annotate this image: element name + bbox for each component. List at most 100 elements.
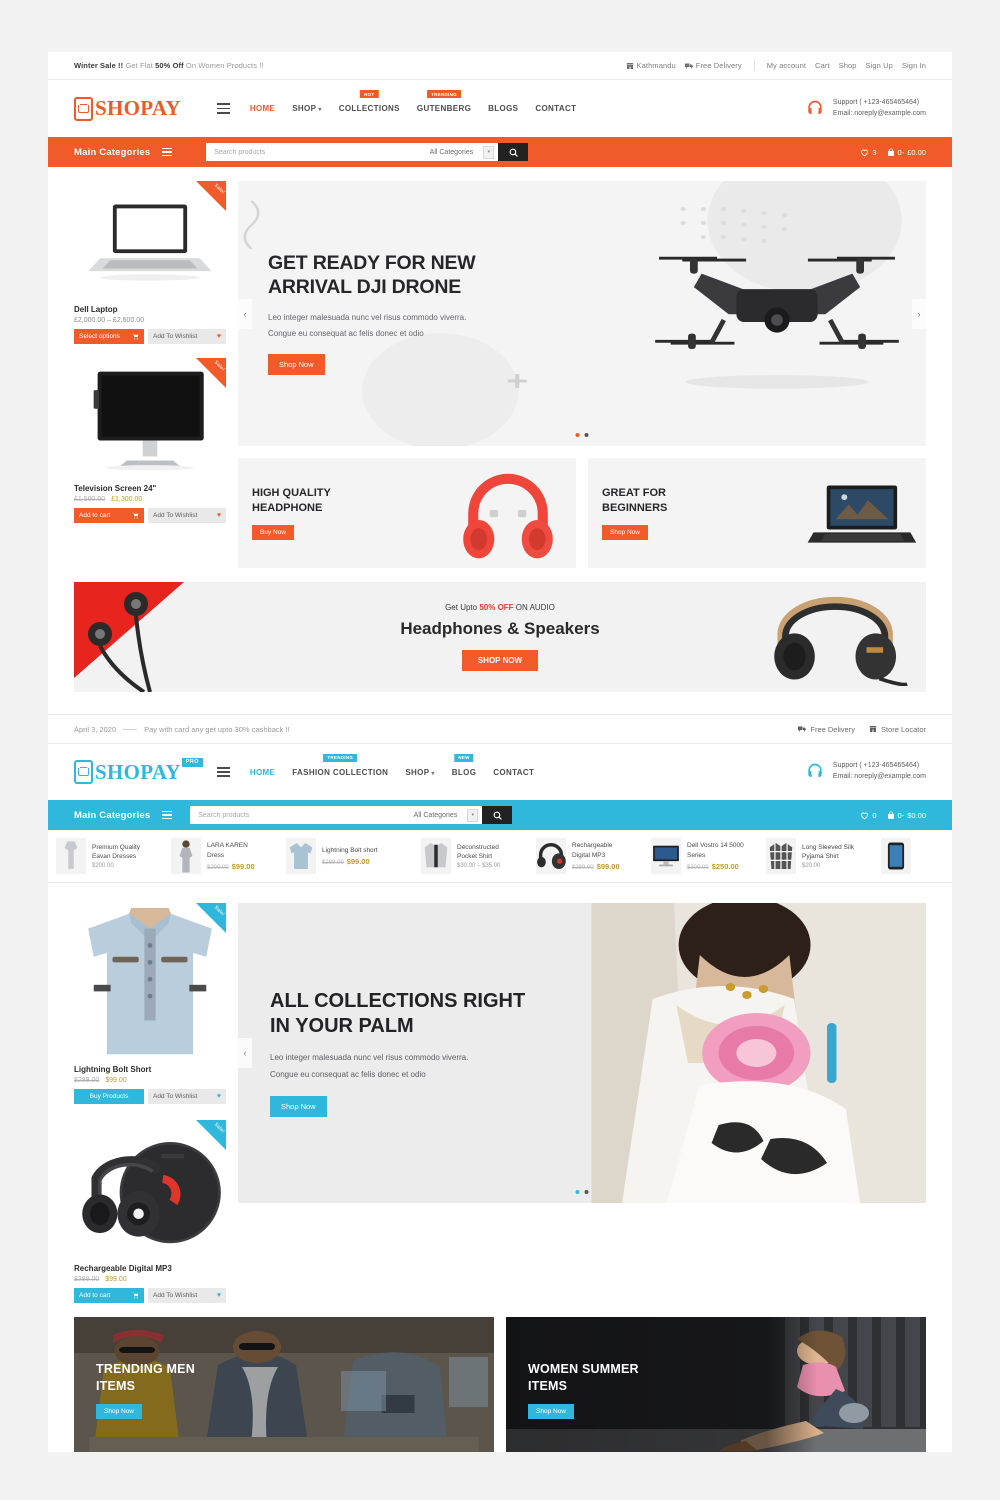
nav-item-shop[interactable]: SHOP ▾	[292, 104, 321, 113]
select-options-button[interactable]: Select options	[74, 329, 144, 344]
strip-item[interactable]: LARA KAREN Dress $200.00 $99.00	[167, 838, 282, 874]
hero-shop-now-button[interactable]: Shop Now	[268, 353, 325, 375]
nav-label: CONTACT	[535, 104, 577, 113]
product-image-television[interactable]: Sale!	[74, 358, 226, 480]
add-to-cart-button[interactable]: Add to cart	[74, 508, 144, 523]
sale-ribbon	[196, 1120, 226, 1150]
cart-icon	[132, 512, 139, 519]
strip-price: $20.00	[802, 863, 821, 870]
search-input[interactable]	[206, 143, 430, 161]
carousel-dot-2[interactable]	[584, 433, 589, 437]
category-select[interactable]: All Categories ▾	[413, 806, 483, 824]
nav-item-blog[interactable]: NEW BLOG	[451, 753, 477, 777]
link-my-account[interactable]: My account	[767, 61, 806, 70]
search-button[interactable]	[498, 143, 529, 161]
nav-item-contact[interactable]: CONTACT	[535, 104, 576, 113]
nav-item-collections[interactable]: HOT COLLECTIONS	[339, 90, 400, 113]
promo-line2: ITEMS	[528, 1379, 568, 1393]
theme1-cart-area: 3 0- £0.00	[860, 148, 926, 157]
link-shop[interactable]: Shop	[839, 61, 857, 70]
wishlist-widget[interactable]: 0	[860, 811, 877, 820]
main-categories-toggle[interactable]: Main Categories	[74, 810, 173, 821]
hero-sub-line2: Congue eu consequat ac felis donec et od…	[268, 328, 424, 338]
store-locator-chip[interactable]: Store Locator	[869, 725, 926, 734]
carousel-dot-1[interactable]	[575, 433, 580, 437]
delivery-chip[interactable]: Free Delivery	[684, 61, 742, 70]
strip-item[interactable]: Long Sleeved Silk Pyjama Shirt $20.00	[762, 838, 877, 874]
product-image-headphones[interactable]: Sale!	[74, 1120, 226, 1260]
location-chip[interactable]: Kathmandu	[626, 61, 676, 70]
button-label: Add To Wishlist	[153, 1093, 198, 1100]
add-to-wishlist-button[interactable]: Add To Wishlist ♥	[148, 329, 226, 344]
featured-products-strip[interactable]: Premium Quality Eavan Dresses $200.00 LAR…	[48, 830, 952, 883]
promo-card-trending-men[interactable]: TRENDING MEN ITEMS Shop Now	[74, 1317, 494, 1452]
nav-item-fashion-collection[interactable]: TRENDING FASHION COLLECTION	[292, 753, 388, 777]
free-delivery-chip[interactable]: Free Delivery	[798, 725, 855, 734]
logo-theme1[interactable]: SHOPAY	[74, 96, 181, 121]
promo-card-headphone[interactable]: HIGH QUALITY HEADPHONE Buy Now	[238, 458, 576, 568]
cart-widget[interactable]: 0- $0.00	[887, 811, 926, 820]
wide-banner-subtitle: Get Upto 50% OFF ON AUDIO	[400, 603, 599, 612]
menu-toggle-icon[interactable]	[216, 766, 230, 778]
shopping-cart-logo-icon	[74, 760, 93, 784]
promo-card-women-summer[interactable]: WOMEN SUMMER ITEMS Shop Now	[506, 1317, 926, 1452]
promo-shop-now-button[interactable]: Shop Now	[96, 1403, 142, 1419]
search-button[interactable]	[482, 806, 513, 824]
promo-shop-now-button[interactable]: Shop Now	[602, 524, 648, 540]
promo-buy-now-button[interactable]: Buy Now	[252, 524, 295, 540]
wide-banner-shop-now-button[interactable]: SHOP NOW	[461, 650, 539, 671]
main-categories-toggle[interactable]: Main Categories	[74, 147, 173, 158]
carousel-dot-2[interactable]	[584, 1190, 589, 1194]
cart-widget[interactable]: 0- £0.00	[887, 148, 926, 157]
add-to-wishlist-button[interactable]: Add To Wishlist ♥	[148, 1089, 226, 1104]
product-image-laptop[interactable]: Sale!	[74, 181, 226, 301]
search-input[interactable]	[190, 806, 414, 824]
hero-shop-now-button[interactable]: Shop Now	[270, 1095, 327, 1117]
wishlist-widget[interactable]: 3	[860, 148, 877, 157]
strip-meta: Long Sleeved Silk Pyjama Shirt $20.00	[802, 843, 854, 870]
add-to-wishlist-button[interactable]: Add To Wishlist ♥	[148, 1288, 226, 1303]
promo-shop-now-button[interactable]: Shop Now	[528, 1403, 574, 1419]
nav-label: BLOG	[451, 767, 477, 777]
hero-prev-button[interactable]: ‹	[238, 1038, 252, 1068]
strip-meta: Dell Vostro 14 5000 Series $300.00 $250.00	[687, 841, 744, 871]
promo-line2: BEGINNERS	[602, 502, 668, 514]
shirt-icon	[289, 843, 313, 869]
nav-item-home[interactable]: HOME	[250, 104, 275, 113]
nav-label: SHOP	[292, 104, 317, 113]
nav-label: HOME	[249, 767, 276, 777]
strip-item[interactable]: Lightning Bolt short $289.00 $99.00	[282, 838, 417, 874]
nav-item-contact[interactable]: CONTACT	[493, 768, 534, 777]
menu-toggle-icon[interactable]	[216, 103, 230, 114]
buy-products-button[interactable]: Buy Products	[74, 1089, 144, 1104]
strip-item[interactable]: Premium Quality Eavan Dresses $200.00	[52, 838, 167, 874]
product-card-dell-laptop: Sale! Dell Laptop £2,000.00 – £2,600.00 …	[74, 181, 226, 344]
nav-item-gutenberg[interactable]: TRENDING GUTENBERG	[417, 90, 471, 113]
nav-item-shop[interactable]: SHOP ▾	[405, 768, 434, 777]
promo-line1: TRENDING MEN	[96, 1362, 195, 1377]
promo-bold-2: 50% Off	[155, 61, 184, 70]
link-cart[interactable]: Cart	[815, 61, 830, 70]
add-to-wishlist-button[interactable]: Add To Wishlist ♥	[148, 508, 226, 523]
product-image-shirt[interactable]: Sale!	[74, 903, 226, 1061]
carousel-dot-1[interactable]	[575, 1190, 580, 1194]
link-sign-up[interactable]: Sign Up	[866, 61, 893, 70]
strip-item[interactable]: Deconstructed Pocket Shirt $30.00 – $35.0…	[417, 838, 532, 874]
hero-next-button[interactable]: ›	[912, 298, 926, 329]
theme1-nav: HOME SHOP ▾ HOT COLLECTIONS TRENDING GUTENB…	[250, 90, 576, 113]
add-to-cart-button[interactable]: Add to cart	[74, 1288, 144, 1303]
promo-card-beginners[interactable]: GREAT FOR BEGINNERS Shop Now	[588, 458, 926, 568]
nav-item-home[interactable]: HOME	[250, 768, 275, 777]
category-select[interactable]: All Categories ▾	[429, 143, 499, 161]
strip-item[interactable]	[877, 838, 913, 874]
nav-item-blogs[interactable]: BLOGS	[488, 104, 518, 113]
strip-price: $289.00 $99.00	[322, 857, 370, 867]
link-sign-in[interactable]: Sign In	[902, 61, 926, 70]
logo-theme2[interactable]: SHOPAY PRO	[74, 757, 203, 785]
hero-prev-button[interactable]: ‹	[238, 298, 252, 329]
strip-price: $300.00 $250.00	[687, 861, 739, 871]
strip-item[interactable]: Dell Vostro 14 5000 Series $300.00 $250.00	[647, 838, 762, 874]
strip-item[interactable]: Rechargeable Digital MP3 $289.00 $99.00	[532, 838, 647, 874]
product-thumb	[56, 838, 86, 874]
hero-sub-line1: Leo integer malesuada nunc vel risus com…	[270, 1053, 469, 1063]
